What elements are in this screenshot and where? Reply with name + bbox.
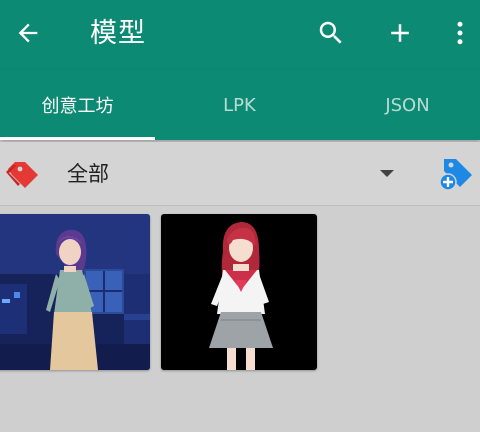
- dropdown-arrow-icon[interactable]: [380, 170, 394, 177]
- tag-icon: [6, 162, 38, 188]
- model-thumbnail-purple-hair: [0, 214, 150, 370]
- model-thumbnail-red-hair: [161, 214, 317, 370]
- tab-json[interactable]: JSON: [330, 70, 480, 140]
- add-button[interactable]: [380, 13, 420, 53]
- tab-bar: 创意工坊 LPK JSON: [0, 70, 480, 140]
- more-vert-icon: [457, 21, 463, 45]
- add-tag-icon[interactable]: [438, 157, 474, 191]
- model-card[interactable]: [161, 214, 317, 370]
- page-title: 模型: [90, 18, 146, 49]
- search-button[interactable]: [311, 13, 351, 53]
- model-card[interactable]: [0, 214, 150, 370]
- tab-indicator: [0, 137, 155, 140]
- tab-workshop[interactable]: 创意工坊: [0, 70, 155, 140]
- more-options-button[interactable]: [440, 13, 480, 53]
- search-icon: [319, 21, 342, 44]
- back-button[interactable]: [8, 13, 48, 53]
- plus-icon: [391, 24, 409, 42]
- arrow-left-icon: [18, 23, 38, 43]
- filter-bar: 全部: [0, 142, 480, 206]
- filter-label[interactable]: 全部: [67, 159, 109, 189]
- app-bar: 模型: [0, 0, 480, 70]
- tab-lpk[interactable]: LPK: [162, 70, 317, 140]
